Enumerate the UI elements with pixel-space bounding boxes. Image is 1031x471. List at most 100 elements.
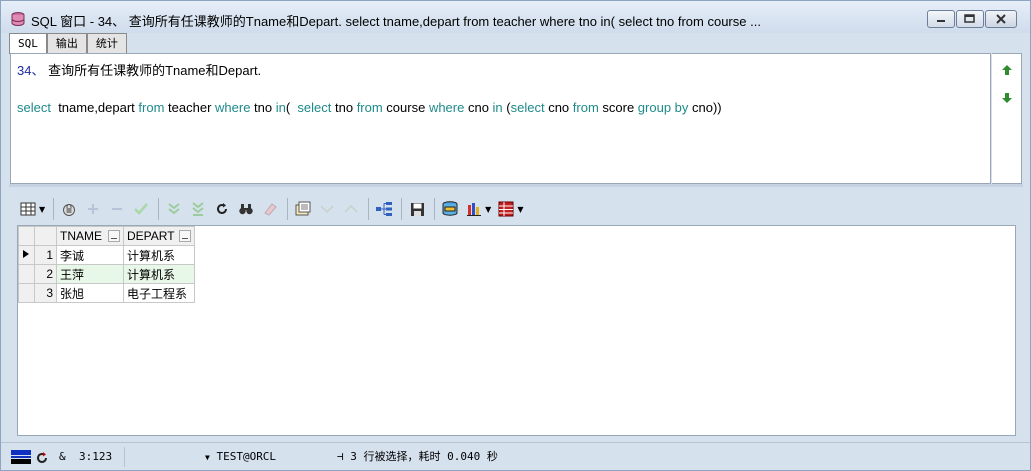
sql-text: tname,depart	[50, 100, 139, 115]
row-number: 1	[34, 245, 57, 265]
sql-text: (	[502, 100, 511, 115]
sql-text: score	[598, 100, 638, 115]
column-sort-icon[interactable]	[178, 230, 191, 242]
post-changes-button[interactable]	[130, 198, 152, 220]
sql-text: cno	[464, 100, 493, 115]
sql-statement-line: select tname,depart from teacher where t…	[17, 100, 722, 115]
connection-dropdown[interactable]: ▼ TEST@ORCL	[205, 447, 276, 467]
grid-icon	[20, 202, 36, 216]
tree-icon	[376, 202, 393, 216]
export-button[interactable]	[439, 198, 461, 220]
refresh-button[interactable]	[211, 198, 233, 220]
cell-tname[interactable]: 李诚	[56, 245, 124, 265]
clear-button[interactable]	[259, 198, 281, 220]
close-icon	[996, 14, 1006, 24]
tab-statistics[interactable]: 统计	[86, 33, 127, 53]
chart-button[interactable]	[463, 198, 485, 220]
insert-record-button[interactable]	[82, 198, 104, 220]
row-number-header	[34, 226, 57, 246]
lock-icon	[63, 204, 76, 216]
check-icon	[134, 203, 149, 215]
tab-output[interactable]: 输出	[46, 33, 87, 53]
sql-keyword: from	[356, 100, 383, 115]
column-sort-icon[interactable]	[108, 230, 120, 242]
chevron-down-icon: ▼	[205, 453, 210, 462]
sql-keyword: group by	[637, 100, 689, 115]
table-row[interactable]: 2 王萍 计算机系	[18, 264, 195, 284]
cell-tname[interactable]: 王萍	[56, 264, 124, 284]
cell-tname[interactable]: 张旭	[56, 283, 124, 303]
delete-record-button[interactable]	[106, 198, 128, 220]
export-grid-button[interactable]	[495, 198, 517, 220]
comment-text: 查询所有任课教师的Tname和Depart.	[44, 63, 262, 78]
sql-keyword: select	[510, 100, 545, 115]
splitter[interactable]	[9, 184, 1023, 187]
chevron-down-icon[interactable]: ▼	[39, 205, 45, 214]
sql-text: cno	[544, 100, 573, 115]
find-button[interactable]	[235, 198, 257, 220]
column-header-label: DEPART	[127, 229, 175, 243]
sql-text: teacher	[164, 100, 216, 115]
row-number: 2	[34, 264, 57, 284]
sql-keyword: select	[17, 100, 51, 115]
cell-depart[interactable]: 计算机系	[123, 245, 195, 265]
title-bar[interactable]: SQL 窗口 - 34、 查询所有任课教师的Tname和Depart. sele…	[1, 1, 1030, 33]
next-statement-button[interactable]	[1000, 92, 1014, 106]
line-number-text: 34、	[17, 63, 45, 78]
editor-mode-icon	[11, 450, 31, 464]
result-table: TNAME DEPART 1 李诚 计算机系 2 王萍 计算机系 3 张旭 电子…	[18, 226, 195, 303]
sql-keyword: where	[428, 100, 465, 115]
triangle-up-icon	[344, 204, 358, 213]
sql-text: tno	[250, 100, 276, 115]
previous-record-button[interactable]	[340, 198, 362, 220]
column-header-tname[interactable]: TNAME	[56, 226, 124, 246]
toolbar-divider	[53, 198, 55, 220]
sql-keyword: in	[492, 100, 503, 115]
sql-keyword: from	[138, 100, 165, 115]
record-view-icon	[295, 201, 311, 216]
grid-view-button[interactable]	[17, 198, 39, 220]
single-record-view-button[interactable]	[292, 198, 314, 220]
editor-mode-indicator[interactable]	[11, 447, 31, 467]
query-tree-button[interactable]	[373, 198, 395, 220]
sql-keyword: select	[297, 100, 332, 115]
table-row[interactable]: 1 李诚 计算机系	[18, 245, 195, 265]
sql-editor[interactable]: 34、 查询所有任课教师的Tname和Depart. select tname,…	[10, 53, 991, 184]
sql-text: cno))	[688, 100, 722, 115]
double-chevron-down-icon	[168, 203, 180, 215]
row-indicator	[18, 264, 35, 284]
arrow-down-icon	[1002, 93, 1012, 103]
column-header-depart[interactable]: DEPART	[123, 226, 195, 246]
comment-line: 34、 查询所有任课教师的Tname和Depart.	[17, 60, 261, 79]
refresh-icon	[217, 203, 228, 214]
execute-status-indicator[interactable]	[35, 447, 51, 467]
sql-keyword: in	[275, 100, 286, 115]
database-export-icon	[442, 201, 458, 216]
connection-name: TEST@ORCL	[216, 450, 277, 463]
arrow-up-icon	[1002, 65, 1012, 75]
minimize-icon	[937, 20, 945, 22]
fetch-next-page-button[interactable]	[163, 198, 185, 220]
fetch-last-page-button[interactable]	[187, 198, 209, 220]
binoculars-icon	[239, 204, 253, 215]
lock-button[interactable]	[58, 198, 80, 220]
result-grid[interactable]: TNAME DEPART 1 李诚 计算机系 2 王萍 计算机系 3 张旭 电子…	[17, 225, 1016, 436]
tab-sql[interactable]: SQL	[9, 33, 47, 54]
close-button[interactable]	[985, 10, 1017, 28]
refresh-red-icon	[37, 452, 47, 463]
chevron-down-icon[interactable]: ▼	[485, 205, 491, 214]
toolbar-divider	[368, 198, 370, 220]
restore-button[interactable]	[956, 10, 984, 28]
minimize-button[interactable]	[927, 10, 955, 28]
chevron-down-icon[interactable]: ▼	[517, 205, 523, 214]
next-record-button[interactable]	[316, 198, 338, 220]
save-button[interactable]	[406, 198, 428, 220]
cell-depart[interactable]: 计算机系	[123, 264, 195, 284]
cell-depart[interactable]: 电子工程系	[123, 283, 195, 303]
table-row[interactable]: 3 张旭 电子工程系	[18, 283, 195, 303]
previous-statement-button[interactable]	[1000, 64, 1014, 78]
restore-icon	[964, 14, 975, 23]
tab-bar: SQL 输出 统计	[9, 33, 127, 54]
row-number: 3	[34, 283, 57, 303]
sql-keyword: from	[572, 100, 599, 115]
